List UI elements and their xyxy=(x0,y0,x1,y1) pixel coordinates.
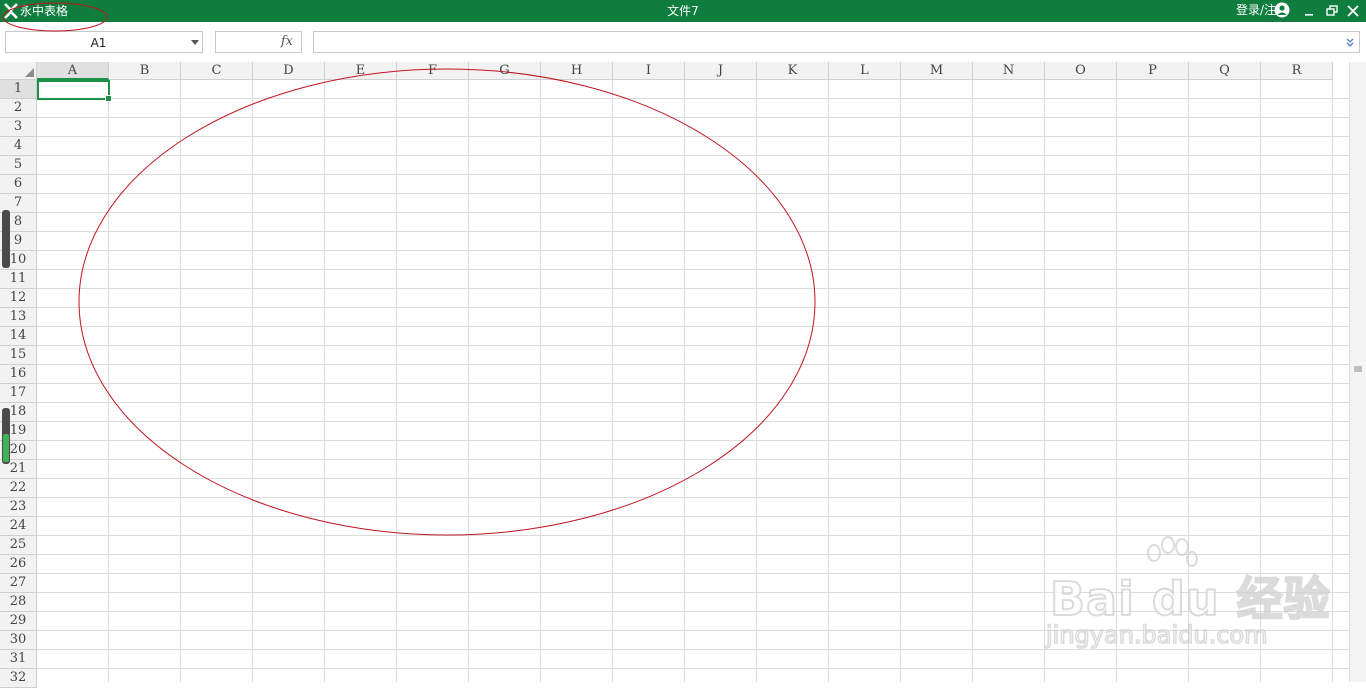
chevron-down-icon[interactable] xyxy=(191,40,199,45)
title-bar: 永中表格 文件7 登录/注册 xyxy=(0,0,1366,22)
column-header-f[interactable]: F xyxy=(397,62,469,80)
active-cell-a1[interactable] xyxy=(37,80,112,102)
row-header-31[interactable]: 31 xyxy=(0,650,37,669)
column-header-q[interactable]: Q xyxy=(1189,62,1261,80)
fx-icon[interactable]: fx xyxy=(281,34,293,49)
column-header-n[interactable]: N xyxy=(973,62,1045,80)
column-header-o[interactable]: O xyxy=(1045,62,1117,80)
restore-icon[interactable] xyxy=(1323,2,1341,20)
column-headers: ABCDEFGHIJKLMNOPQR xyxy=(37,62,1349,80)
column-header-e[interactable]: E xyxy=(325,62,397,80)
column-header-a[interactable]: A xyxy=(37,62,109,80)
expand-icon[interactable] xyxy=(1346,38,1354,48)
row-header-23[interactable]: 23 xyxy=(0,498,37,517)
close-icon[interactable] xyxy=(1344,2,1362,20)
row-header-13[interactable]: 13 xyxy=(0,308,37,327)
side-widget-level-bar xyxy=(3,434,9,462)
row-header-1[interactable]: 1 xyxy=(0,80,37,99)
row-header-17[interactable]: 17 xyxy=(0,384,37,403)
row-header-32[interactable]: 32 xyxy=(0,669,37,688)
minimize-icon[interactable] xyxy=(1300,2,1318,20)
row-header-28[interactable]: 28 xyxy=(0,593,37,612)
row-header-6[interactable]: 6 xyxy=(0,175,37,194)
row-header-3[interactable]: 3 xyxy=(0,118,37,137)
row-header-29[interactable]: 29 xyxy=(0,612,37,631)
row-header-2[interactable]: 2 xyxy=(0,99,37,118)
column-header-k[interactable]: K xyxy=(757,62,829,80)
formula-bar: A1 fx xyxy=(0,22,1366,62)
column-header-m[interactable]: M xyxy=(901,62,973,80)
document-title: 文件7 xyxy=(667,4,699,18)
row-header-30[interactable]: 30 xyxy=(0,631,37,650)
select-all-corner[interactable] xyxy=(0,62,37,80)
column-header-d[interactable]: D xyxy=(253,62,325,80)
column-header-j[interactable]: J xyxy=(685,62,757,80)
row-header-24[interactable]: 24 xyxy=(0,517,37,536)
fill-handle[interactable] xyxy=(105,95,112,102)
row-header-26[interactable]: 26 xyxy=(0,555,37,574)
name-box[interactable]: A1 xyxy=(5,31,203,53)
row-header-4[interactable]: 4 xyxy=(0,137,37,156)
row-header-25[interactable]: 25 xyxy=(0,536,37,555)
side-widget-bottom[interactable] xyxy=(2,408,10,464)
scrollbar-grip-icon[interactable] xyxy=(1354,365,1362,373)
side-widget-top[interactable] xyxy=(2,210,10,268)
column-header-b[interactable]: B xyxy=(109,62,181,80)
column-header-i[interactable]: I xyxy=(613,62,685,80)
row-headers: 1 2 3 4 5 6 7 8 9 10 11 12 13 14 15 16 17 18 19 20 21 22 23 24 2… xyxy=(0,80,37,688)
row-header-14[interactable]: 14 xyxy=(0,327,37,346)
row-header-12[interactable]: 12 xyxy=(0,289,37,308)
row-header-11[interactable]: 11 xyxy=(0,270,37,289)
column-header-c[interactable]: C xyxy=(181,62,253,80)
row-header-15[interactable]: 15 xyxy=(0,346,37,365)
function-box[interactable]: fx xyxy=(215,31,302,53)
watermark-brand: Bai du 经验 xyxy=(1049,571,1331,627)
row-header-27[interactable]: 27 xyxy=(0,574,37,593)
column-header-p[interactable]: P xyxy=(1117,62,1189,80)
row-header-5[interactable]: 5 xyxy=(0,156,37,175)
column-header-l[interactable]: L xyxy=(829,62,901,80)
column-header-h[interactable]: H xyxy=(541,62,613,80)
select-all-triangle-icon xyxy=(25,68,34,77)
name-box-value: A1 xyxy=(90,36,107,50)
column-header-r[interactable]: R xyxy=(1261,62,1333,80)
row-header-16[interactable]: 16 xyxy=(0,365,37,384)
baidu-jingyan-watermark: Bai du 经验 jingyan.baidu.com xyxy=(1040,535,1340,655)
row-header-22[interactable]: 22 xyxy=(0,479,37,498)
column-header-g[interactable]: G xyxy=(469,62,541,80)
watermark-url: jingyan.baidu.com xyxy=(1045,620,1268,650)
user-icon[interactable] xyxy=(1274,2,1290,18)
formula-input[interactable] xyxy=(313,31,1360,53)
vertical-scrollbar[interactable] xyxy=(1349,62,1366,682)
